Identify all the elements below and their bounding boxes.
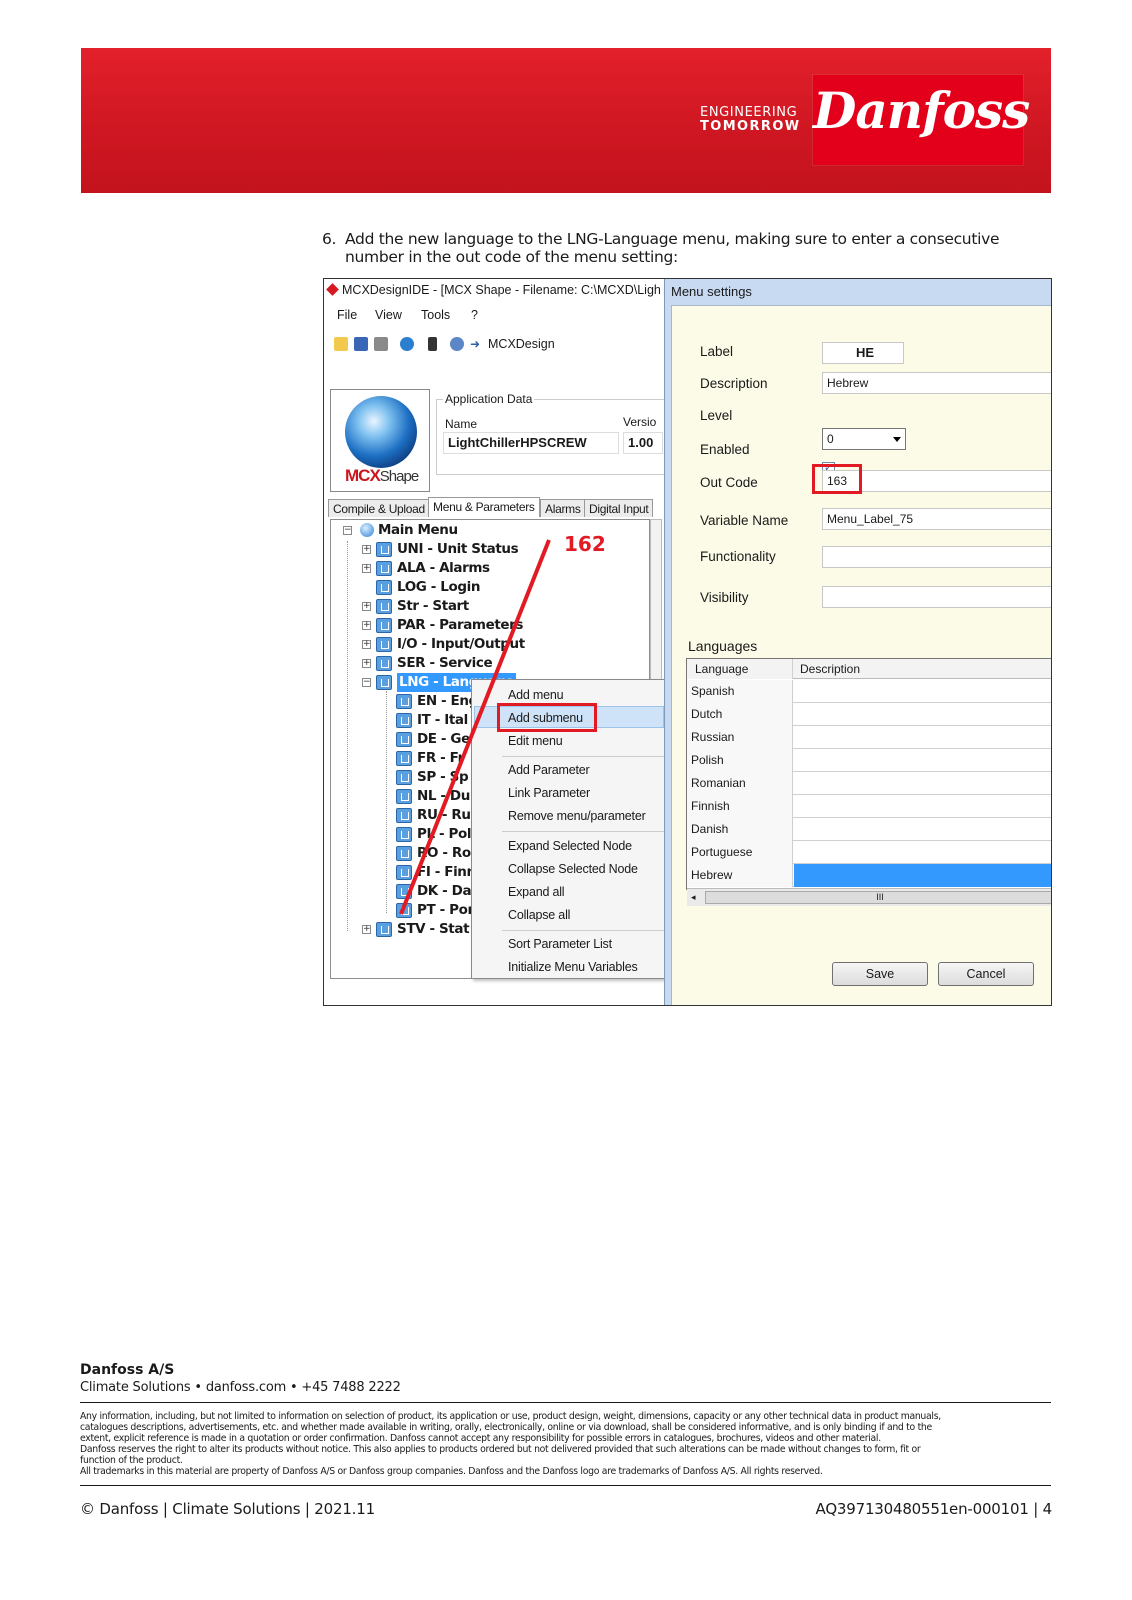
description-field[interactable]: Hebrew — [822, 372, 1051, 394]
step-number: 6. — [322, 230, 337, 248]
scroll-thumb[interactable]: III — [705, 891, 1051, 904]
label-label: Label — [700, 344, 734, 359]
label-field[interactable]: HE — [822, 342, 904, 364]
level-select[interactable]: 0 — [822, 428, 906, 450]
grid-row[interactable]: Dutch — [687, 703, 1051, 726]
scroll-left-icon[interactable]: ◂ — [691, 892, 696, 903]
grid-row[interactable]: Portuguese — [687, 841, 1051, 864]
grid-header-language[interactable]: Language — [687, 659, 793, 679]
slogan-line-1: ENGINEERING — [700, 105, 798, 120]
languages-grid: Language Description Spanish Dutch Russi… — [686, 658, 1051, 906]
functionality-label: Functionality — [700, 549, 776, 564]
slogan-line-2: TOMORROW — [700, 119, 801, 134]
chevron-down-icon — [893, 437, 901, 442]
footer-disclaimer: Any information, including, but not limi… — [80, 1411, 941, 1477]
footer-company: Danfoss A/S — [80, 1362, 175, 1378]
footer-rule-bottom — [80, 1485, 1051, 1486]
varname-label: Variable Name — [700, 513, 789, 528]
grid-row[interactable]: Polish — [687, 749, 1051, 772]
enabled-label: Enabled — [700, 442, 750, 457]
varname-field[interactable]: Menu_Label_75 — [822, 508, 1051, 530]
grid-row[interactable]: Romanian — [687, 772, 1051, 795]
outcode-label: Out Code — [700, 475, 758, 490]
description-label: Description — [700, 376, 768, 391]
software-screenshot: MCXDesignIDE - [MCX Shape - Filename: C:… — [323, 278, 1052, 1006]
dialog-body: Label HE Description Hebrew Level 0 Enab… — [671, 305, 1051, 1005]
visibility-field[interactable] — [822, 586, 1051, 608]
cancel-button[interactable]: Cancel — [938, 962, 1034, 986]
danfoss-logo: Danfoss — [813, 75, 1030, 165]
visibility-label: Visibility — [700, 590, 749, 605]
grid-row[interactable]: Finnish — [687, 795, 1051, 818]
footer-rule-top — [80, 1402, 1051, 1403]
slogan: ENGINEERING TOMORROW — [700, 106, 801, 134]
dialog-title: Menu settings — [671, 284, 752, 299]
annotation-arrow — [399, 539, 551, 915]
grid-header: Language Description — [687, 659, 1051, 679]
functionality-field[interactable] — [822, 546, 1051, 568]
grid-horizontal-scrollbar[interactable]: ◂ III — [687, 888, 1051, 906]
annotation-number: 162 — [564, 532, 606, 556]
footer-copyright: © Danfoss | Climate Solutions | 2021.11 — [80, 1500, 375, 1518]
instruction-step: 6. Add the new language to the LNG-Langu… — [322, 230, 1052, 266]
danfoss-logo-text: Danfoss — [813, 81, 1030, 140]
highlight-box-outcode — [812, 464, 862, 494]
level-label: Level — [700, 408, 733, 423]
languages-heading: Languages — [688, 638, 758, 654]
footer-doc-number: AQ397130480551en-000101 | 4 — [815, 1500, 1053, 1518]
grid-row[interactable]: Danish — [687, 818, 1051, 841]
grid-row[interactable]: Russian — [687, 726, 1051, 749]
grid-row[interactable]: Spanish — [687, 680, 1051, 703]
menu-settings-dialog: Menu settings Label HE Description Hebre… — [664, 279, 1051, 1005]
step-text: Add the new language to the LNG-Language… — [345, 230, 1000, 266]
grid-header-description[interactable]: Description — [794, 659, 1051, 679]
footer-contact: Climate Solutions • danfoss.com • +45 74… — [80, 1380, 401, 1395]
grid-row-selected[interactable]: Hebrew — [687, 864, 1051, 887]
save-button[interactable]: Save — [832, 962, 928, 986]
